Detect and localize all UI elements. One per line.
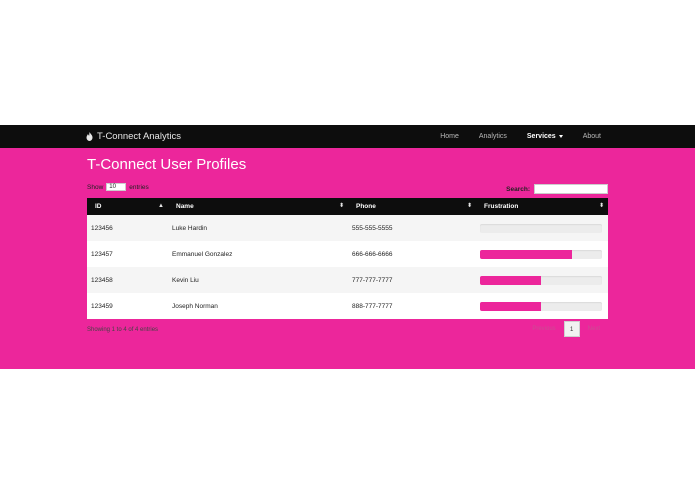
entries-label: entries: [129, 183, 149, 191]
nav-links: Home Analytics Services About: [440, 125, 601, 148]
cell-phone: 555-555-5555: [348, 215, 476, 241]
sort-both-icon: ⬍: [466, 203, 472, 209]
table-info: Showing 1 to 4 of 4 entries: [87, 327, 159, 333]
cell-phone: 777-777-7777: [348, 267, 476, 293]
brand[interactable]: T-Connect Analytics: [86, 125, 181, 148]
cell-frustration: [476, 241, 608, 267]
column-header-frustration[interactable]: Frustration ⬍: [476, 198, 608, 215]
main-section: T-Connect User Profiles Show 10 entries …: [0, 148, 695, 369]
column-header-name[interactable]: Name ⬍: [168, 198, 348, 215]
cell-frustration: [476, 267, 608, 293]
user-profiles-table: ID ▲ Name ⬍ Phone ⬍ Frustration ⬍ 123456 Luk…: [87, 198, 608, 319]
cell-phone: 888-777-7777: [348, 293, 476, 319]
cell-name: Emmanuel Gonzalez: [168, 241, 348, 267]
table-row: 123456 Luke Hardin 555-555-5555: [87, 215, 608, 241]
column-header-phone[interactable]: Phone ⬍: [348, 198, 476, 215]
pagination: Previous 1 Next: [524, 321, 608, 337]
table-row: 123459 Joseph Norman 888-777-7777: [87, 293, 608, 319]
cell-frustration: [476, 293, 608, 319]
page-button-current[interactable]: 1: [563, 321, 580, 337]
sort-both-icon: ⬍: [338, 203, 344, 209]
cell-name: Luke Hardin: [168, 215, 348, 241]
entries-select-value: 10: [109, 184, 116, 190]
frustration-progress: [480, 223, 602, 233]
flame-icon: [86, 132, 93, 141]
frustration-progress-bar: [480, 301, 541, 311]
cell-id: 123456: [87, 215, 168, 241]
show-label: Show: [87, 183, 104, 191]
next-page-button[interactable]: Next: [580, 326, 608, 332]
search-input[interactable]: [534, 184, 608, 194]
sort-asc-icon: ▲: [158, 203, 164, 209]
cell-name: Kevin Liu: [168, 267, 348, 293]
table-header-row: ID ▲ Name ⬍ Phone ⬍ Frustration ⬍: [87, 198, 608, 215]
nav-about[interactable]: About: [583, 133, 601, 140]
previous-page-button[interactable]: Previous: [524, 326, 563, 332]
navbar: T-Connect Analytics Home Analytics Servi…: [0, 125, 695, 148]
frustration-progress: [480, 275, 602, 285]
brand-label: T-Connect Analytics: [97, 131, 181, 142]
frustration-progress: [480, 301, 602, 311]
page-title: T-Connect User Profiles: [87, 156, 247, 173]
nav-analytics[interactable]: Analytics: [479, 133, 507, 140]
cell-name: Joseph Norman: [168, 293, 348, 319]
sort-both-icon: ⬍: [598, 203, 604, 209]
frustration-progress-bar: [480, 275, 541, 285]
cell-phone: 666-666-6666: [348, 241, 476, 267]
table-row: 123458 Kevin Liu 777-777-7777: [87, 267, 608, 293]
nav-home[interactable]: Home: [440, 133, 459, 140]
table-row: 123457 Emmanuel Gonzalez 666-666-6666: [87, 241, 608, 267]
frustration-progress-bar: [480, 249, 572, 259]
cell-frustration: [476, 215, 608, 241]
nav-services-label: Services: [526, 133, 556, 140]
caret-down-icon: [558, 134, 563, 138]
cell-id: 123458: [87, 267, 168, 293]
column-header-id[interactable]: ID ▲: [87, 198, 168, 215]
entries-select[interactable]: 10: [106, 183, 127, 191]
cell-id: 123457: [87, 241, 168, 267]
search-control: Search:: [506, 184, 608, 194]
search-label: Search:: [506, 185, 530, 193]
nav-services-dropdown[interactable]: Services: [527, 133, 563, 140]
frustration-progress: [480, 249, 602, 259]
cell-id: 123459: [87, 293, 168, 319]
entries-length-control: Show 10 entries: [87, 183, 149, 191]
